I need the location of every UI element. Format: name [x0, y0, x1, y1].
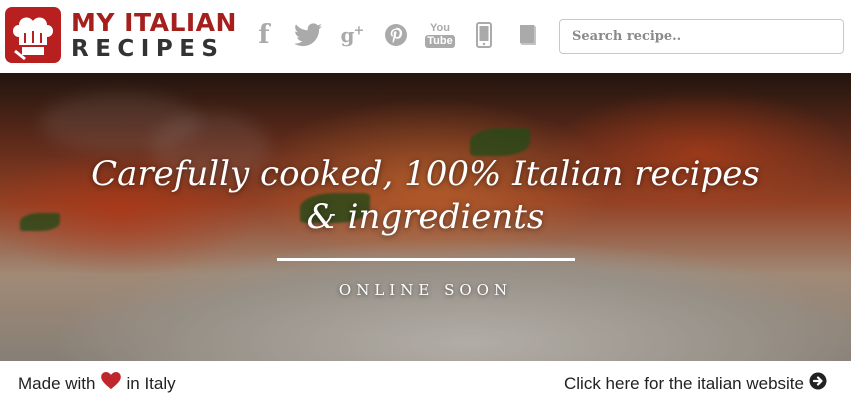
book-icon[interactable]: [514, 20, 542, 50]
pinterest-icon[interactable]: [382, 20, 410, 50]
hero-divider: [277, 258, 575, 261]
search-input[interactable]: [559, 19, 844, 54]
italian-website-link[interactable]: Click here for the italian website: [564, 372, 827, 395]
chef-hat-logo-icon: [5, 7, 61, 63]
logo-title-line1: MY ITALIAN: [71, 7, 237, 37]
mobile-phone-icon[interactable]: [470, 20, 498, 50]
site-footer: Made with in Italy Click here for the it…: [0, 361, 851, 400]
site-header: MY ITALIAN RECIPES f g+ You Tube: [0, 0, 851, 73]
youtube-icon[interactable]: You Tube: [425, 20, 455, 50]
hero-subtitle: ONLINE SOON: [338, 281, 513, 299]
logo-title-line2: RECIPES: [71, 35, 225, 62]
made-in-italy-note: Made with in Italy: [18, 372, 176, 395]
social-links: f g+ You Tube: [250, 20, 558, 50]
hero-title: Carefully cooked, 100% Italian recipes &…: [91, 154, 760, 237]
site-logo[interactable]: MY ITALIAN RECIPES: [5, 7, 237, 63]
arrow-circle-right-icon: [809, 372, 827, 395]
heart-icon: [101, 372, 122, 395]
twitter-icon[interactable]: [294, 20, 322, 50]
facebook-icon[interactable]: f: [250, 20, 278, 50]
hero-banner: Carefully cooked, 100% Italian recipes &…: [0, 73, 851, 361]
google-plus-icon[interactable]: g+: [338, 20, 366, 50]
